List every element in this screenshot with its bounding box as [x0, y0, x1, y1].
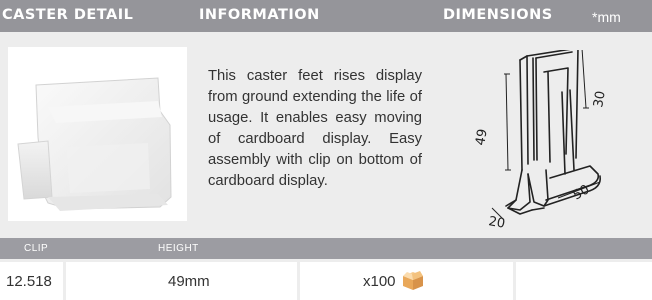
product-photo	[8, 47, 187, 221]
dim-width-label: 20	[487, 214, 506, 230]
height-value: 49mm	[168, 273, 210, 290]
dim-height-label: 49	[473, 128, 491, 147]
dimension-drawing-icon: 49 30 50 20	[473, 50, 609, 230]
header-dimensions: DIMENSIONS	[443, 7, 553, 23]
table-header: CLIP HEIGHT	[0, 238, 652, 259]
cell-empty	[516, 262, 652, 300]
caster-description: This caster feet rises display from grou…	[208, 68, 422, 189]
dim-clip-label: 30	[591, 90, 609, 109]
detail-header: CASTER DETAIL INFORMATION DIMENSIONS *mm	[0, 0, 652, 32]
header-information: INFORMATION	[199, 7, 320, 23]
cell-clip: 12.518	[0, 262, 63, 300]
header-caster-detail: CASTER DETAIL	[2, 7, 134, 23]
cell-height: 49mm	[66, 262, 297, 300]
column-height: HEIGHT	[158, 243, 199, 254]
cell-quantity: x100	[300, 262, 513, 300]
quantity-value: x100	[363, 273, 396, 290]
header-unit: *mm	[592, 9, 621, 25]
column-clip: CLIP	[24, 243, 49, 254]
clip-value: 12.518	[6, 273, 52, 290]
cardboard-box-icon	[403, 271, 423, 290]
caster-photo-icon	[17, 77, 172, 211]
table-row: 12.518 49mm x100	[0, 259, 652, 300]
